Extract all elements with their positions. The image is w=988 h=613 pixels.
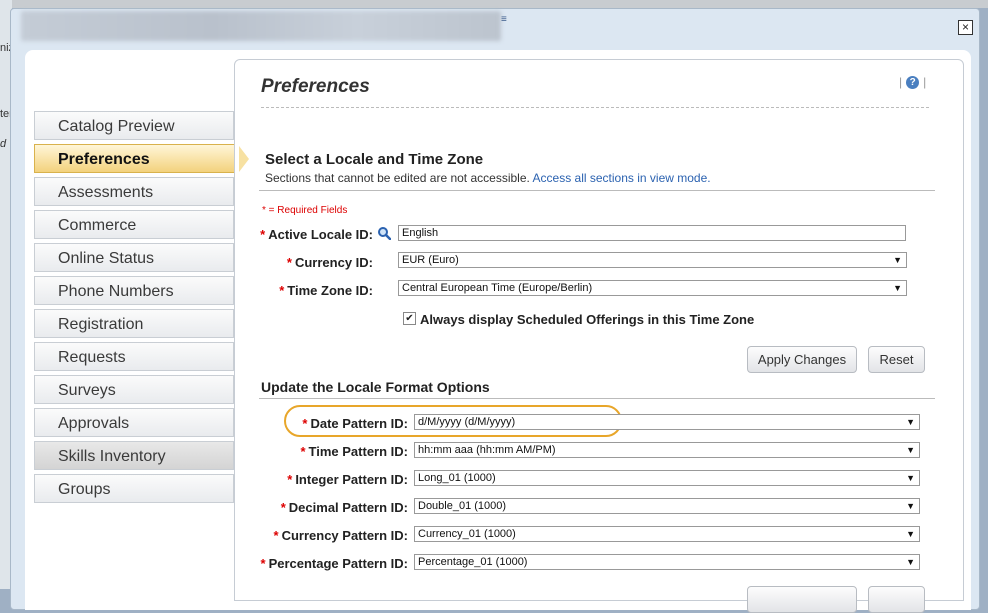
timezone-select[interactable]: Central European Time (Europe/Berlin) ▼ (398, 280, 907, 296)
currency-pattern-label: * Currency Pattern ID: (273, 528, 408, 543)
sidebar-item-catalog-preview[interactable]: Catalog Preview (34, 111, 234, 140)
integer-pattern-select[interactable]: Long_01 (1000) ▼ (414, 470, 920, 486)
background-fragment: d (0, 138, 7, 150)
always-display-label: Always display Scheduled Offerings in th… (420, 312, 755, 327)
chevron-down-icon: ▼ (906, 473, 915, 483)
time-pattern-select[interactable]: hh:mm aaa (hh:mm AM/PM) ▼ (414, 442, 920, 458)
page-title: Preferences (261, 76, 370, 97)
percentage-pattern-label: * Percentage Pattern ID: (260, 556, 409, 571)
decimal-pattern-select[interactable]: Double_01 (1000) ▼ (414, 498, 920, 514)
sidebar-item-surveys[interactable]: Surveys (34, 375, 234, 404)
always-display-checkbox[interactable]: ✔ (403, 312, 416, 325)
locale-section-subtitle: Sections that cannot be edited are not a… (265, 171, 711, 185)
currency-label: * Currency ID: (286, 255, 373, 270)
chevron-down-icon: ▼ (906, 417, 915, 427)
sidebar-item-approvals[interactable]: Approvals (34, 408, 234, 437)
sidebar-item-requests[interactable]: Requests (34, 342, 234, 371)
bottom-button-partial[interactable] (747, 586, 857, 613)
integer-pattern-label: * Integer Pattern ID: (287, 472, 408, 487)
date-pattern-select[interactable]: d/M/yyyy (d/M/yyyy) ▼ (414, 414, 920, 430)
preferences-panel: Preferences |? | Select a Locale and Time… (234, 59, 964, 613)
close-icon: × (961, 20, 969, 34)
subtitle-text: Sections that cannot be edited are not a… (265, 171, 530, 185)
sidebar-item-phone-numbers[interactable]: Phone Numbers (34, 276, 234, 305)
sidebar-item-preferences[interactable]: Preferences (34, 144, 251, 174)
sidebar-item-online-status[interactable]: Online Status (34, 243, 234, 272)
sidebar-item-groups[interactable]: Groups (34, 474, 234, 503)
currency-pattern-select[interactable]: Currency_01 (1000) ▼ (414, 526, 920, 542)
percentage-pattern-select[interactable]: Percentage_01 (1000) ▼ (414, 554, 920, 570)
view-mode-link[interactable]: Access all sections in view mode. (533, 171, 711, 185)
reset-button[interactable]: Reset (868, 346, 925, 373)
format-section-title: Update the Locale Format Options (261, 379, 490, 395)
sidebar-item-assessments[interactable]: Assessments (34, 177, 234, 206)
required-fields-note: * = Required Fields (262, 205, 348, 216)
timezone-label: * Time Zone ID: (279, 283, 373, 298)
section-divider (259, 398, 935, 399)
search-icon[interactable] (377, 226, 391, 240)
dialog-title-redacted (21, 11, 501, 41)
time-pattern-label: * Time Pattern ID: (300, 444, 408, 459)
section-divider (259, 190, 935, 191)
sidebar-nav: Catalog Preview Preferences Assessments … (34, 111, 251, 507)
title-menu-icon: ≡ (501, 14, 507, 25)
title-divider (261, 107, 929, 108)
help-area: |? | (899, 75, 927, 90)
chevron-down-icon: ▼ (906, 529, 915, 539)
bottom-button-partial[interactable] (868, 586, 925, 613)
active-locale-label: * Active Locale ID: (260, 227, 373, 242)
chevron-down-icon: ▼ (906, 445, 915, 455)
decimal-pattern-label: * Decimal Pattern ID: (280, 500, 408, 515)
apply-changes-button[interactable]: Apply Changes (747, 346, 857, 373)
sidebar-item-skills-inventory[interactable]: Skills Inventory (34, 441, 234, 470)
chevron-down-icon: ▼ (893, 283, 902, 293)
chevron-down-icon: ▼ (906, 557, 915, 567)
chevron-down-icon: ▼ (906, 501, 915, 511)
help-icon[interactable]: ? (906, 76, 920, 90)
active-locale-input[interactable]: English (398, 225, 906, 241)
currency-select[interactable]: EUR (Euro) ▼ (398, 252, 907, 268)
locale-section-title: Select a Locale and Time Zone (265, 151, 484, 168)
sidebar-item-commerce[interactable]: Commerce (34, 210, 234, 239)
close-button[interactable]: × (958, 20, 973, 35)
background-strip (0, 0, 988, 8)
date-pattern-label: * Date Pattern ID: (302, 416, 408, 431)
chevron-down-icon: ▼ (893, 255, 902, 265)
sidebar-item-registration[interactable]: Registration (34, 309, 234, 338)
